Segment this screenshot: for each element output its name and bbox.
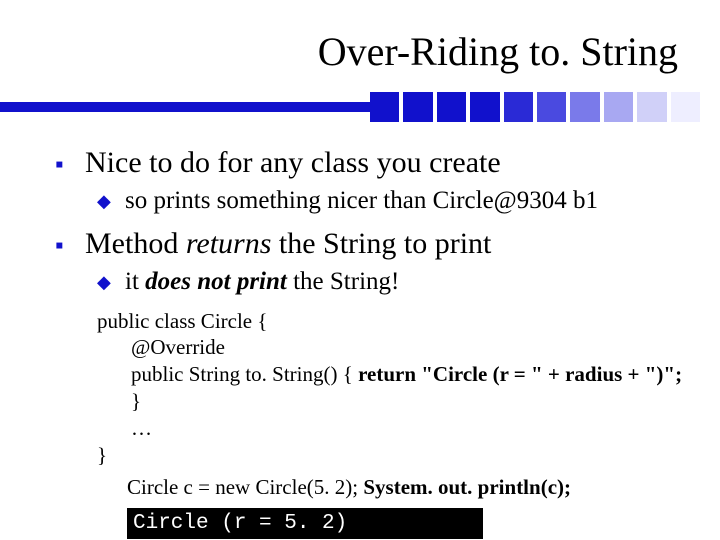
decor-square xyxy=(470,92,499,122)
decor-square xyxy=(570,92,599,122)
bullet-2-sub: ◆ it does not print the String! xyxy=(97,266,690,297)
diamond-bullet-icon: ◆ xyxy=(97,190,115,213)
bullet-1-text: Nice to do for any class you create xyxy=(85,145,501,181)
decor-square xyxy=(504,92,533,122)
decor-square xyxy=(437,92,466,122)
square-bullet-icon: ▪ xyxy=(55,232,73,261)
decor-square xyxy=(537,92,566,122)
code-line: public String to. String() { return "Cir… xyxy=(97,361,690,415)
slide-body: ▪ Nice to do for any class you create ◆ … xyxy=(55,145,690,539)
decor-square xyxy=(637,92,666,122)
decor-square xyxy=(604,92,633,122)
bullet-1-sub-text: so prints something nicer than Circle@93… xyxy=(125,185,598,216)
slide-title: Over-Riding to. String xyxy=(318,28,678,75)
square-bullet-icon: ▪ xyxy=(55,151,73,180)
decor-bar xyxy=(0,92,720,122)
decor-squares xyxy=(370,92,700,122)
code-line: … xyxy=(97,415,690,442)
decor-line xyxy=(0,102,370,112)
slide: Over-Riding to. String ▪ Nice to do for … xyxy=(0,0,720,540)
bullet-2-sub-text: it does not print the String! xyxy=(125,266,399,297)
bullet-2-text: Method returns the String to print xyxy=(85,226,491,262)
code-line: public class Circle { xyxy=(97,309,267,333)
bullet-1-sub: ◆ so prints something nicer than Circle@… xyxy=(97,185,690,216)
code-line: @Override xyxy=(97,334,690,361)
decor-square xyxy=(671,92,700,122)
diamond-bullet-icon: ◆ xyxy=(97,271,115,294)
console-output: Circle (r = 5. 2) xyxy=(127,508,483,539)
invocation-line: Circle c = new Circle(5. 2); System. out… xyxy=(127,475,690,500)
bullet-1: ▪ Nice to do for any class you create xyxy=(55,145,690,181)
decor-square xyxy=(403,92,432,122)
decor-square xyxy=(370,92,399,122)
bullet-2: ▪ Method returns the String to print xyxy=(55,226,690,262)
code-line: } xyxy=(97,443,107,467)
code-block: public class Circle { @Override public S… xyxy=(97,308,690,469)
